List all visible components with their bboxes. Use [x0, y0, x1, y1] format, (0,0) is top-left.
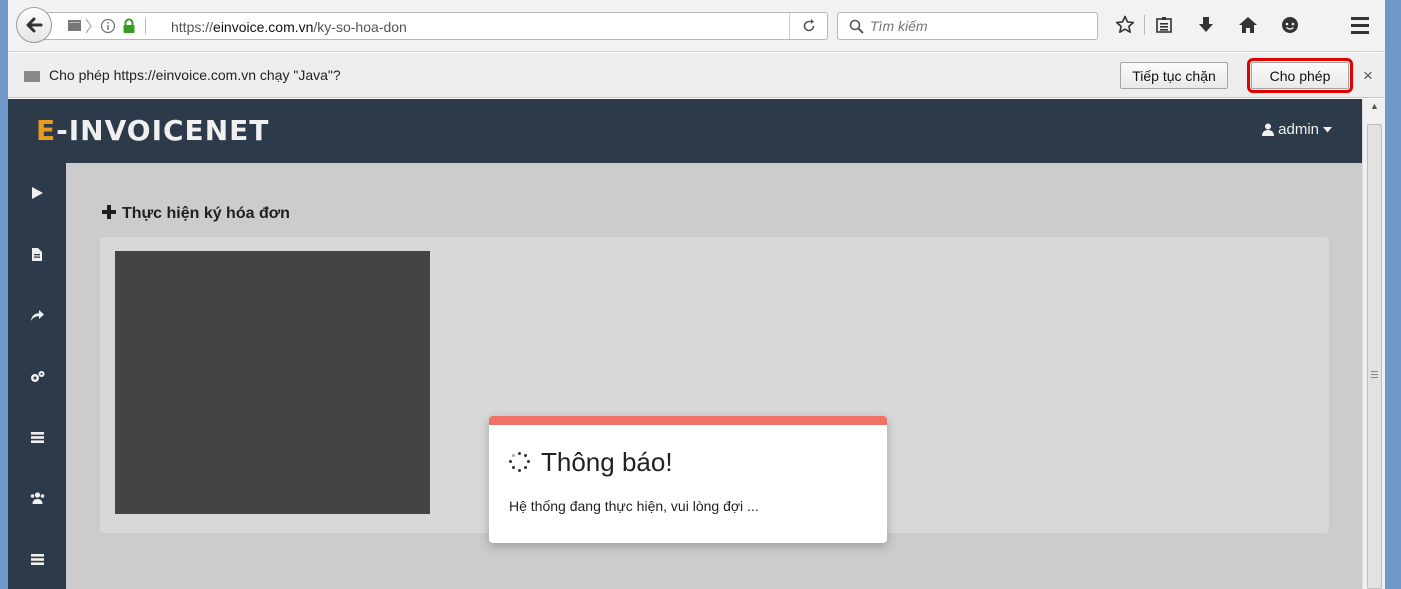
url-path: /ky-so-hoa-don [313, 19, 407, 35]
search-icon [849, 19, 864, 34]
dialog-title: Thông báo! [509, 447, 673, 478]
back-button[interactable] [16, 7, 52, 43]
reading-list-icon[interactable] [1147, 10, 1181, 40]
back-arrow-icon [26, 17, 43, 33]
window-frame-right [1385, 0, 1401, 589]
reload-button[interactable] [789, 13, 827, 39]
url-bar-icons [54, 18, 146, 34]
dialog-message: Hệ thống đang thực hiện, vui lòng đợi ..… [509, 498, 759, 514]
info-icon[interactable] [100, 18, 116, 34]
spinner-icon [509, 451, 531, 474]
hamburger-menu-icon[interactable] [1345, 10, 1375, 40]
vertical-scrollbar[interactable]: ▲ [1362, 99, 1385, 589]
continue-block-button[interactable]: Tiếp tục chặn [1120, 62, 1228, 89]
url-bar[interactable]: https://einvoice.com.vn/ky-so-hoa-don [42, 12, 828, 40]
plugin-notification-bar: Cho phép https://einvoice.com.vn chạy "J… [8, 53, 1385, 98]
chat-icon[interactable] [1273, 10, 1307, 40]
plugin-icon [24, 71, 40, 82]
plugin-message: Cho phép https://einvoice.com.vn chạy "J… [49, 67, 341, 83]
scrollbar-thumb[interactable] [1367, 124, 1382, 589]
notification-dialog: Thông báo! Hệ thống đang thực hiện, vui … [489, 416, 887, 543]
home-icon[interactable] [1231, 10, 1265, 40]
toolbar-icons [1108, 10, 1307, 40]
lock-icon[interactable] [122, 18, 136, 34]
url-domain: einvoice.com.vn [213, 19, 314, 35]
url-scheme: https:// [171, 19, 214, 35]
toolbar-separator [1144, 15, 1145, 35]
scrollbar-grip [1371, 371, 1378, 380]
bookmark-star-icon[interactable] [1108, 10, 1142, 40]
dialog-title-text: Thông báo! [541, 447, 673, 477]
close-icon[interactable]: × [1363, 66, 1373, 86]
url-separator [145, 18, 146, 34]
reload-icon [803, 19, 814, 32]
search-input[interactable] [870, 17, 1090, 35]
allow-button[interactable]: Cho phép [1247, 58, 1353, 93]
download-icon[interactable] [1189, 10, 1223, 40]
url-text[interactable]: https://einvoice.com.vn/ky-so-hoa-don [171, 19, 407, 35]
window-frame-left [0, 0, 8, 589]
browser-toolbar: https://einvoice.com.vn/ky-so-hoa-don [8, 0, 1385, 52]
plugin-icon[interactable] [54, 18, 94, 34]
search-bar[interactable] [837, 12, 1098, 40]
scroll-up-arrow-icon[interactable]: ▲ [1370, 101, 1379, 111]
